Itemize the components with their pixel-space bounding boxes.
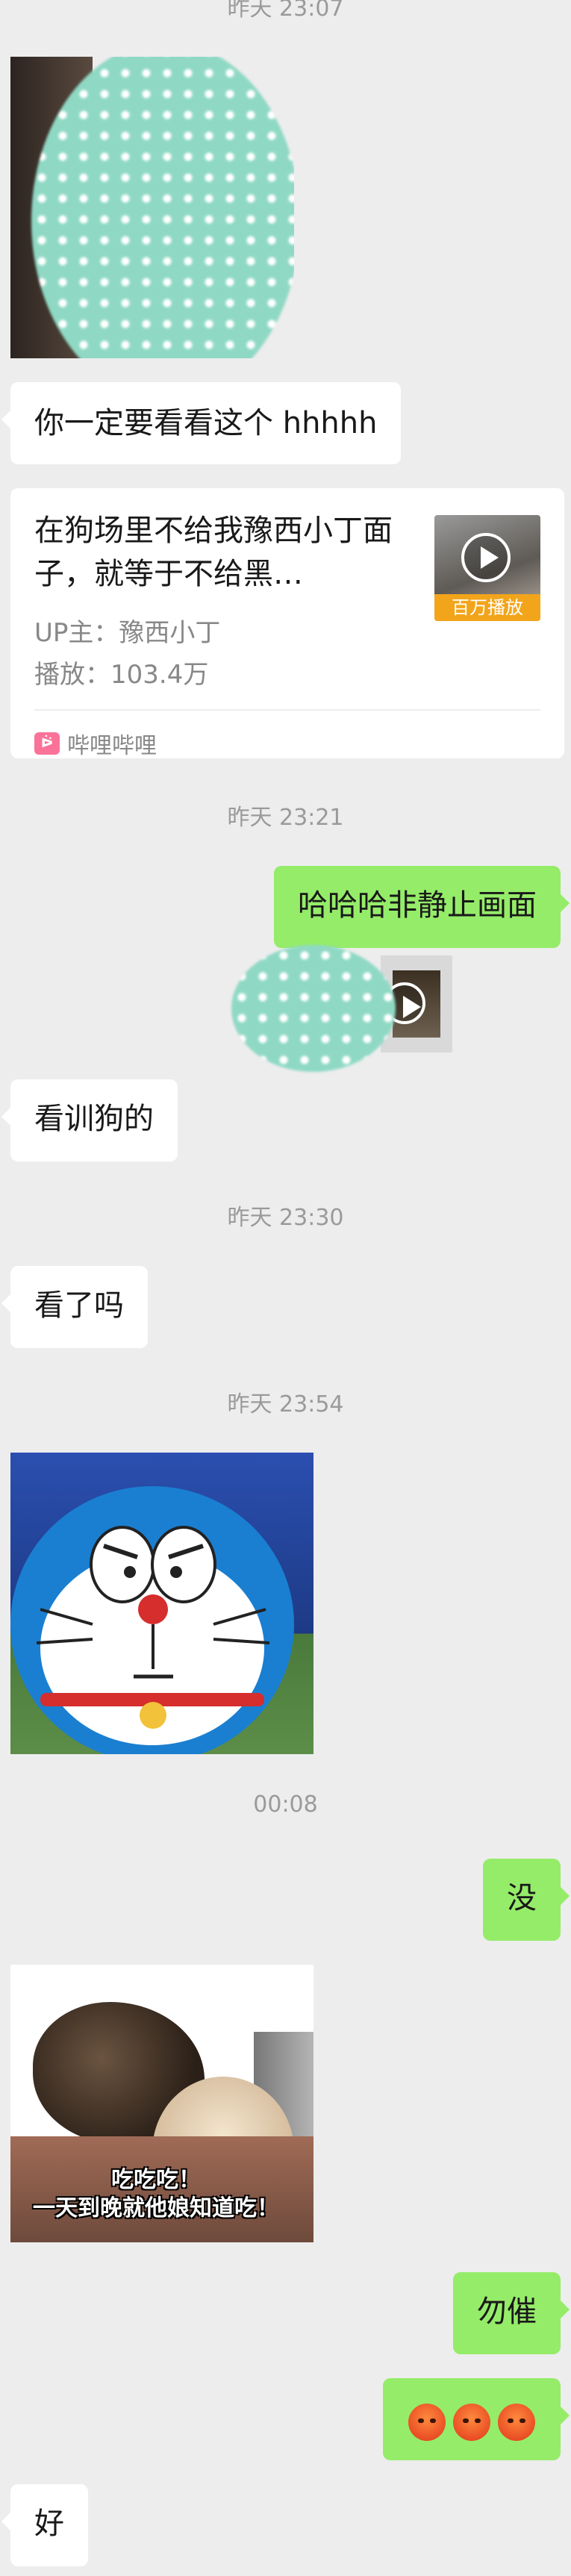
video-title: 在狗场里不给我豫西小丁面子，就等于不给黑… <box>34 514 393 591</box>
cat-sticker[interactable]: 吃吃吃！ 一天到晚就他娘知道吃！ <box>10 1965 313 2242</box>
message-bubble-outgoing[interactable]: 没 <box>483 1859 570 1941</box>
timestamp: 昨天 23:30 <box>227 1205 344 1231</box>
bilibili-icon: ᐖ <box>34 732 60 755</box>
message-bubble-incoming[interactable]: 看训狗的 <box>1 1079 178 1161</box>
card-source: ᐖ 哔哩哔哩 <box>34 727 157 760</box>
video-link-card[interactable]: 在狗场里不给我豫西小丁面子，就等于不给黑… UP主：豫西小丁 播放：103.4万… <box>10 488 564 760</box>
image-message[interactable] <box>10 57 294 358</box>
divider <box>34 709 540 711</box>
play-icon <box>461 533 511 582</box>
message-text: 你一定要看看这个 hhhhh <box>34 406 378 440</box>
message-bubble-outgoing[interactable]: 勿催 <box>453 2272 570 2354</box>
card-source-label: 哔哩哔哩 <box>67 733 157 759</box>
privacy-blur <box>31 57 294 358</box>
video-uploader: UP主：豫西小丁 <box>34 618 221 648</box>
video-plays: 播放：103.4万 <box>34 660 209 690</box>
video-badge: 百万播放 <box>434 594 540 621</box>
message-text: 哈哈哈非静止画面 <box>298 888 537 923</box>
message-bubble-outgoing[interactable] <box>383 2378 570 2460</box>
timestamp: 昨天 23:07 <box>227 0 344 22</box>
sticker-caption: 吃吃吃！ 一天到晚就他娘知道吃！ <box>10 2166 302 2223</box>
timestamp: 昨天 23:54 <box>227 1391 344 1418</box>
doraemon-sticker[interactable] <box>10 1453 313 1754</box>
message-text: 看训狗的 <box>34 1102 154 1136</box>
message-text: 好 <box>34 2507 64 2541</box>
message-bubble-incoming[interactable]: 好 <box>1 2484 88 2566</box>
message-text: 没 <box>507 1881 537 1915</box>
doraemon-face-icon <box>10 1486 294 1754</box>
timestamp: 昨天 23:21 <box>227 805 344 831</box>
caption-line-1: 吃吃吃！ <box>111 2167 201 2193</box>
video-thumbnail: 百万播放 <box>434 515 540 621</box>
message-text: 看了吗 <box>34 1288 124 1323</box>
timestamp: 00:08 <box>253 1791 318 1818</box>
message-text: 勿催 <box>477 2295 537 2329</box>
message-bubble-incoming[interactable]: 看了吗 <box>1 1266 148 1348</box>
message-bubble-incoming[interactable]: 你一定要看看这个 hhhhh <box>1 382 402 464</box>
caption-line-2: 一天到晚就他娘知道吃！ <box>33 2195 279 2221</box>
angry-face-icon <box>498 2404 535 2441</box>
privacy-blur <box>231 945 396 1072</box>
angry-face-icon <box>453 2404 490 2441</box>
video-message[interactable] <box>231 945 452 1072</box>
message-bubble-outgoing[interactable]: 哈哈哈非静止画面 <box>274 866 570 948</box>
angry-face-icon <box>408 2404 446 2441</box>
